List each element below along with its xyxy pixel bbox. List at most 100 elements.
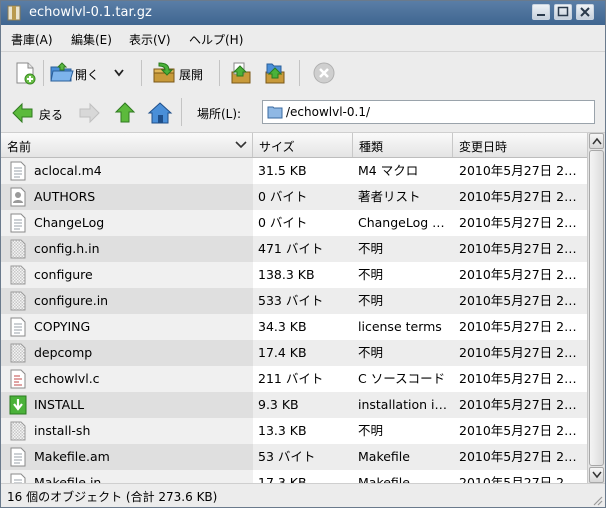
file-name: INSTALL — [34, 397, 85, 412]
stop-icon — [313, 62, 335, 84]
stop-button[interactable] — [309, 58, 337, 88]
column-header-size[interactable]: サイズ — [253, 133, 353, 157]
cell-name: config.h.in — [1, 236, 253, 262]
add-folder-button[interactable] — [261, 58, 289, 88]
table-row[interactable]: configure.in 533 バイト 不明 2010年5月27日 2… — [1, 288, 587, 314]
authors-file-icon — [8, 187, 28, 207]
arrow-up-icon — [114, 102, 136, 123]
file-size: 9.3 KB — [258, 397, 299, 412]
back-button[interactable]: 戻る — [9, 98, 71, 128]
file-name: config.h.in — [34, 241, 100, 256]
file-date: 2010年5月27日 2… — [459, 241, 577, 256]
cell-name: COPYING — [1, 314, 253, 340]
new-archive-button[interactable] — [9, 58, 39, 88]
file-name: echowlvl.c — [34, 371, 100, 386]
table-row[interactable]: COPYING 34.3 KB license terms 2010年5月27日 2… — [1, 314, 587, 340]
file-name: depcomp — [34, 345, 93, 360]
file-name: Makefile.in — [34, 475, 102, 483]
add-files-button[interactable] — [227, 58, 255, 88]
unknown-file-icon — [8, 343, 28, 363]
table-row[interactable]: config.h.in 471 バイト 不明 2010年5月27日 2… — [1, 236, 587, 262]
file-size: 13.3 KB — [258, 423, 307, 438]
file-date: 2010年5月27日 2… — [459, 293, 577, 308]
file-name: install-sh — [34, 423, 91, 438]
file-date: 2010年5月27日 2… — [459, 189, 577, 204]
table-row[interactable]: configure 138.3 KB 不明 2010年5月27日 2… — [1, 262, 587, 288]
title-bar[interactable]: echowlvl-0.1.tar.gz — [1, 1, 605, 25]
cell-name: AUTHORS — [1, 184, 253, 210]
cell-name: configure — [1, 262, 253, 288]
text-file-icon — [8, 473, 28, 483]
toolbar: 開く 展開 — [1, 51, 605, 95]
location-field[interactable]: /echowlvl-0.1/ — [262, 100, 595, 124]
up-button[interactable] — [111, 98, 139, 128]
minimize-icon — [537, 14, 545, 16]
forward-button[interactable] — [77, 98, 103, 128]
column-date-label: 変更日時 — [459, 140, 508, 154]
sort-descending-icon — [235, 141, 247, 149]
column-header-name[interactable]: 名前 — [1, 133, 253, 157]
scrollbar-thumb[interactable] — [589, 150, 604, 466]
menu-archive[interactable]: 書庫(A) — [11, 31, 53, 48]
table-row[interactable]: ChangeLog 0 バイト ChangeLog … 2010年5月27日 2… — [1, 210, 587, 236]
table-row[interactable]: Makefile.am 53 バイト Makefile 2010年5月27日 2… — [1, 444, 587, 470]
resize-grip-icon[interactable] — [591, 494, 603, 506]
menu-edit[interactable]: 編集(E) — [71, 31, 112, 48]
table-row[interactable]: depcomp 17.4 KB 不明 2010年5月27日 2… — [1, 340, 587, 366]
file-type: M4 マクロ — [358, 163, 419, 178]
scroll-down-button[interactable] — [589, 467, 604, 483]
table-row[interactable]: install-sh 13.3 KB 不明 2010年5月27日 2… — [1, 418, 587, 444]
open-button[interactable]: 開く — [47, 58, 131, 88]
file-size: 0 バイト — [258, 189, 308, 204]
toolbar-separator — [43, 60, 44, 86]
menu-view[interactable]: 表示(V) — [129, 31, 171, 48]
maximize-button[interactable] — [554, 4, 572, 20]
column-type-label: 種類 — [359, 140, 384, 154]
file-name: aclocal.m4 — [34, 163, 102, 178]
open-label: 開く — [75, 68, 100, 82]
scroll-up-button[interactable] — [589, 133, 604, 149]
table-row[interactable]: aclocal.m4 31.5 KB M4 マクロ 2010年5月27日 2… — [1, 158, 587, 184]
file-type: Makefile — [358, 475, 410, 483]
vertical-scrollbar[interactable] — [587, 133, 605, 483]
text-file-icon — [8, 447, 28, 467]
cell-name: depcomp — [1, 340, 253, 366]
file-size: 34.3 KB — [258, 319, 307, 334]
file-name: ChangeLog — [34, 215, 105, 230]
close-button[interactable] — [576, 4, 594, 20]
file-name: AUTHORS — [34, 189, 96, 204]
menu-help[interactable]: ヘルプ(H) — [189, 31, 243, 48]
unknown-file-icon — [8, 239, 28, 259]
file-size: 0 バイト — [258, 215, 308, 230]
chevron-down-icon[interactable] — [113, 69, 125, 77]
unknown-file-icon — [8, 265, 28, 285]
file-size: 138.3 KB — [258, 267, 315, 282]
file-name: Makefile.am — [34, 449, 110, 464]
toolbar-separator — [141, 60, 142, 86]
minimize-button[interactable] — [532, 4, 550, 20]
file-date: 2010年5月27日 2… — [459, 397, 577, 412]
file-size: 31.5 KB — [258, 163, 307, 178]
table-row[interactable]: Makefile.in 17.3 KB Makefile 2010年5月27日 2… — [1, 470, 587, 483]
close-icon — [580, 7, 590, 17]
home-button[interactable] — [145, 98, 173, 128]
column-header-date[interactable]: 変更日時 — [453, 133, 587, 157]
extract-button[interactable]: 展開 — [149, 58, 211, 88]
table-row[interactable]: AUTHORS 0 バイト 著者リスト 2010年5月27日 2… — [1, 184, 587, 210]
column-header-row: 名前 サイズ 種類 変更日時 — [1, 133, 587, 158]
add-folder-icon — [265, 63, 285, 84]
extract-icon — [153, 62, 175, 83]
column-name-label: 名前 — [7, 140, 32, 154]
table-row[interactable]: INSTALL 9.3 KB installation i… 2010年5月27日 2… — [1, 392, 587, 418]
file-date: 2010年5月27日 2… — [459, 215, 577, 230]
arrow-left-icon — [12, 102, 33, 124]
text-file-icon — [8, 161, 28, 181]
file-type: license terms — [358, 319, 442, 334]
cell-name: INSTALL — [1, 392, 253, 418]
column-header-type[interactable]: 種類 — [353, 133, 453, 157]
menu-bar: 書庫(A) 編集(E) 表示(V) ヘルプ(H) — [1, 25, 605, 51]
c-source-file-icon — [8, 369, 28, 389]
toolbar-separator — [299, 60, 300, 86]
table-row[interactable]: echowlvl.c 211 バイト C ソースコード 2010年5月27日 2… — [1, 366, 587, 392]
cell-name: echowlvl.c — [1, 366, 253, 392]
